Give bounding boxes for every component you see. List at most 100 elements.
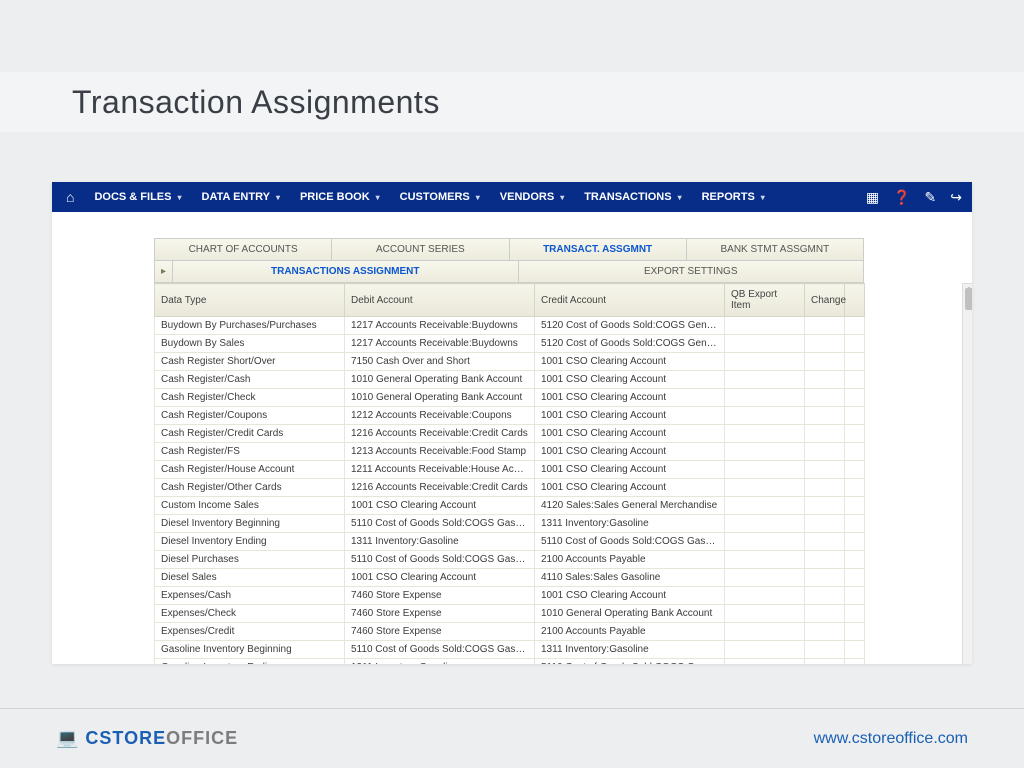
table-cell xyxy=(805,605,845,623)
menu-reports[interactable]: REPORTS ▾ xyxy=(692,182,775,212)
table-cell: 1010 General Operating Bank Account xyxy=(535,605,725,623)
table-cell xyxy=(725,479,805,497)
table-row[interactable]: Cash Register/Credit Cards1216 Accounts … xyxy=(155,425,865,443)
subtab-export-settings[interactable]: EXPORT SETTINGS xyxy=(519,261,864,282)
col-data-type[interactable]: Data Type xyxy=(155,284,345,317)
table-cell xyxy=(725,641,805,659)
table-cell xyxy=(805,497,845,515)
table-cell xyxy=(725,551,805,569)
col-qb-export-item[interactable]: QB Export Item xyxy=(725,284,805,317)
table-row[interactable]: Buydown By Sales1217 Accounts Receivable… xyxy=(155,335,865,353)
table-row[interactable]: Cash Register Short/Over7150 Cash Over a… xyxy=(155,353,865,371)
table-row[interactable]: Diesel Purchases5110 Cost of Goods Sold:… xyxy=(155,551,865,569)
table-cell: 1001 CSO Clearing Account xyxy=(535,443,725,461)
primary-tab-strip: CHART OF ACCOUNTS ACCOUNT SERIES TRANSAC… xyxy=(154,238,864,261)
content-area: CHART OF ACCOUNTS ACCOUNT SERIES TRANSAC… xyxy=(52,212,972,664)
menu-transactions[interactable]: TRANSACTIONS▾ xyxy=(574,182,691,212)
page-title: Transaction Assignments xyxy=(72,84,440,121)
tab-chart-of-accounts[interactable]: CHART OF ACCOUNTS xyxy=(155,239,332,260)
col-debit-account[interactable]: Debit Account xyxy=(345,284,535,317)
table-cell: Buydown By Sales xyxy=(155,335,345,353)
tab-bank-stmt-assgmnt[interactable]: BANK STMT ASSGMNT xyxy=(687,239,863,260)
table-row[interactable]: Diesel Inventory Beginning5110 Cost of G… xyxy=(155,515,865,533)
tab-transact-assgmnt[interactable]: TRANSACT. ASSGMNT xyxy=(510,239,687,260)
table-cell xyxy=(805,317,845,335)
table-cell xyxy=(805,407,845,425)
table-cell xyxy=(725,407,805,425)
table-cell xyxy=(805,335,845,353)
table-cell xyxy=(805,659,845,665)
menu-docs-files[interactable]: DOCS & FILES▾ xyxy=(84,182,191,212)
subtab-transactions-assignment[interactable]: TRANSACTIONS ASSIGNMENT xyxy=(173,261,519,282)
chevron-down-icon: ▾ xyxy=(761,193,765,202)
home-icon[interactable]: ⌂ xyxy=(62,189,84,205)
brand-text-cstore: CSTORE xyxy=(85,728,166,748)
table-cell: Cash Register/House Account xyxy=(155,461,345,479)
table-row[interactable]: Cash Register/Other Cards1216 Accounts R… xyxy=(155,479,865,497)
table-cell: 1001 CSO Clearing Account xyxy=(345,569,535,587)
table-cell: 1216 Accounts Receivable:Credit Cards xyxy=(345,479,535,497)
table-row[interactable]: Expenses/Cash7460 Store Expense1001 CSO … xyxy=(155,587,865,605)
vertical-scrollbar[interactable]: ▴ xyxy=(962,283,972,664)
table-cell: 1217 Accounts Receivable:Buydowns xyxy=(345,335,535,353)
edit-icon[interactable]: ✎ xyxy=(925,189,937,206)
table-row[interactable]: Cash Register/Check1010 General Operatin… xyxy=(155,389,865,407)
table-cell: Buydown By Purchases/Purchases xyxy=(155,317,345,335)
table-cell xyxy=(845,533,865,551)
table-row[interactable]: Diesel Sales1001 CSO Clearing Account411… xyxy=(155,569,865,587)
table-cell: 1213 Accounts Receivable:Food Stamp xyxy=(345,443,535,461)
table-cell: 1211 Accounts Receivable:House Account xyxy=(345,461,535,479)
tab-scroll-right-icon[interactable]: ▸ xyxy=(155,261,173,282)
menu-customers[interactable]: CUSTOMERS▾ xyxy=(390,182,490,212)
table-cell: Expenses/Check xyxy=(155,605,345,623)
menu-label: REPORTS xyxy=(702,191,755,203)
table-cell: Cash Register/FS xyxy=(155,443,345,461)
table-row[interactable]: Cash Register/FS1213 Accounts Receivable… xyxy=(155,443,865,461)
table-row[interactable]: Expenses/Credit7460 Store Expense2100 Ac… xyxy=(155,623,865,641)
table-cell xyxy=(805,371,845,389)
logout-icon[interactable]: ↪ xyxy=(950,189,962,206)
table-cell xyxy=(845,479,865,497)
table-cell: Cash Register Short/Over xyxy=(155,353,345,371)
table-cell xyxy=(845,389,865,407)
menu-data-entry[interactable]: DATA ENTRY▾ xyxy=(192,182,290,212)
table-cell: 1001 CSO Clearing Account xyxy=(535,407,725,425)
brand-text-office: OFFICE xyxy=(166,728,238,748)
table-cell: 5120 Cost of Goods Sold:COGS General xyxy=(535,317,725,335)
table-cell: 1212 Accounts Receivable:Coupons xyxy=(345,407,535,425)
tab-account-series[interactable]: ACCOUNT SERIES xyxy=(332,239,509,260)
menu-price-book[interactable]: PRICE BOOK▾ xyxy=(290,182,390,212)
table-cell xyxy=(845,371,865,389)
table-row[interactable]: Gasoline Inventory Beginning5110 Cost of… xyxy=(155,641,865,659)
table-row[interactable]: Buydown By Purchases/Purchases1217 Accou… xyxy=(155,317,865,335)
table-cell xyxy=(805,389,845,407)
apps-icon[interactable]: ▦ xyxy=(866,189,879,206)
table-row[interactable]: Custom Income Sales1001 CSO Clearing Acc… xyxy=(155,497,865,515)
table-cell: 2100 Accounts Payable xyxy=(535,623,725,641)
table-row[interactable]: Gasoline Inventory Ending1311 Inventory:… xyxy=(155,659,865,665)
table-row[interactable]: Cash Register/Coupons1212 Accounts Recei… xyxy=(155,407,865,425)
table-row[interactable]: Diesel Inventory Ending1311 Inventory:Ga… xyxy=(155,533,865,551)
table-cell xyxy=(805,641,845,659)
table-row[interactable]: Expenses/Check7460 Store Expense1010 Gen… xyxy=(155,605,865,623)
table-cell: Expenses/Credit xyxy=(155,623,345,641)
table-cell: Cash Register/Cash xyxy=(155,371,345,389)
col-credit-account[interactable]: Credit Account xyxy=(535,284,725,317)
help-icon[interactable]: ❓ xyxy=(893,189,910,206)
table-cell: 7460 Store Expense xyxy=(345,623,535,641)
table-cell xyxy=(805,515,845,533)
table-cell: Cash Register/Coupons xyxy=(155,407,345,425)
table-cell xyxy=(845,461,865,479)
table-row[interactable]: Cash Register/Cash1010 General Operating… xyxy=(155,371,865,389)
col-blank xyxy=(845,284,865,317)
table-cell xyxy=(725,389,805,407)
menu-vendors[interactable]: VENDORS▾ xyxy=(490,182,574,212)
scroll-thumb[interactable] xyxy=(965,288,972,310)
table-row[interactable]: Cash Register/House Account1211 Accounts… xyxy=(155,461,865,479)
table-cell xyxy=(845,407,865,425)
site-url: www.cstoreoffice.com xyxy=(814,730,968,748)
col-change[interactable]: Change xyxy=(805,284,845,317)
table-cell xyxy=(725,353,805,371)
table-cell: 1216 Accounts Receivable:Credit Cards xyxy=(345,425,535,443)
table-cell: 7460 Store Expense xyxy=(345,587,535,605)
